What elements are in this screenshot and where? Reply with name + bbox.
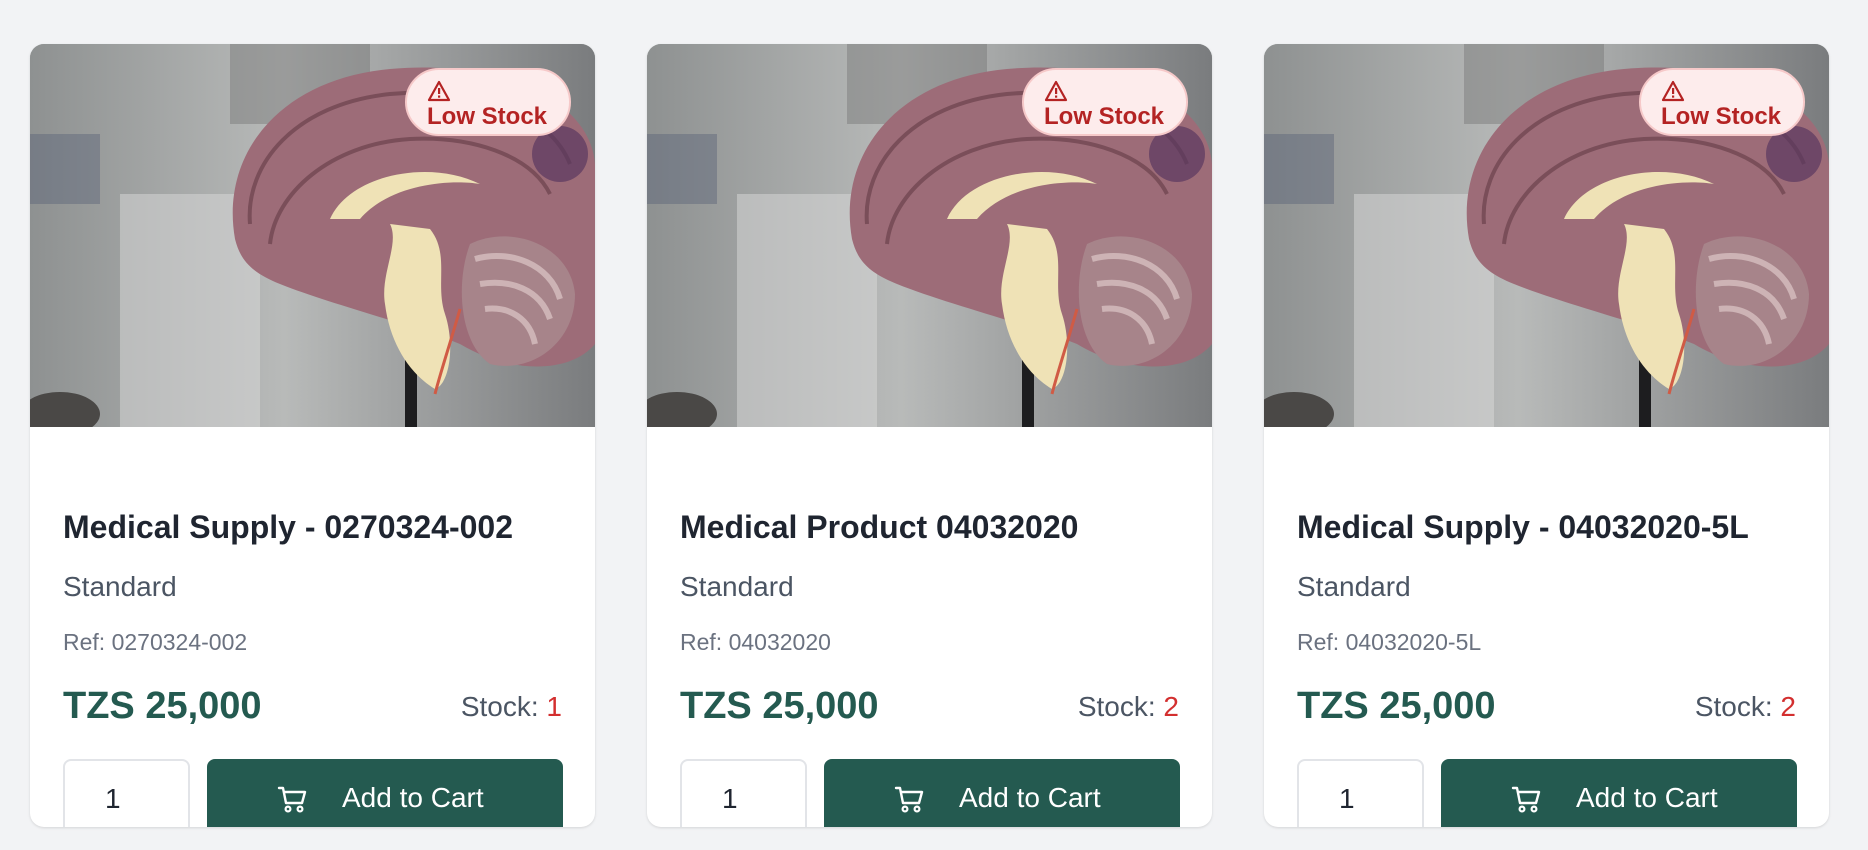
- product-price: TZS 25,000: [1297, 685, 1496, 727]
- stock-quantity: 2: [1780, 691, 1796, 722]
- product-variant: Standard: [1297, 571, 1411, 602]
- product-variant: Standard: [63, 571, 177, 602]
- stock-label: Stock:: [1694, 691, 1781, 722]
- product-card[interactable]: Low Stock Medical Supply - 04032020-5L S…: [1264, 44, 1829, 827]
- badge-label: Low Stock: [1044, 103, 1165, 130]
- add-to-cart-label: Add to Cart: [959, 782, 1101, 813]
- product-price: TZS 25,000: [63, 685, 262, 727]
- stock-quantity: 1: [546, 691, 562, 722]
- add-to-cart-label: Add to Cart: [342, 782, 484, 813]
- stock-info: Stock: 2: [1078, 691, 1179, 723]
- product-title[interactable]: Medical Product 04032020: [680, 509, 1078, 545]
- product-ref: Ref: 0270324-002: [63, 629, 248, 655]
- warning-triangle-icon: [1661, 80, 1685, 102]
- product-card[interactable]: Low Stock Medical Product 04032020 Stand…: [647, 44, 1212, 827]
- stock-label: Stock:: [460, 691, 547, 722]
- shopping-cart-icon: [1511, 786, 1541, 813]
- product-card[interactable]: Low Stock Medical Supply - 0270324-002 S…: [30, 44, 595, 827]
- low-stock-badge: Low Stock: [405, 68, 571, 136]
- product-variant: Standard: [680, 571, 794, 602]
- add-to-cart-button[interactable]: Add to Cart: [1441, 759, 1797, 827]
- add-to-cart-label: Add to Cart: [1576, 782, 1718, 813]
- stock-label: Stock:: [1077, 691, 1164, 722]
- product-image[interactable]: Low Stock: [30, 44, 595, 427]
- shopping-cart-icon: [894, 786, 924, 813]
- badge-label: Low Stock: [427, 103, 548, 130]
- product-title[interactable]: Medical Supply - 0270324-002: [63, 509, 513, 545]
- low-stock-badge: Low Stock: [1022, 68, 1188, 136]
- product-title[interactable]: Medical Supply - 04032020-5L: [1297, 509, 1749, 545]
- low-stock-badge: Low Stock: [1639, 68, 1805, 136]
- shopping-cart-icon: [277, 786, 307, 813]
- product-image[interactable]: Low Stock: [647, 44, 1212, 427]
- quantity-input[interactable]: [680, 759, 807, 827]
- quantity-input[interactable]: [1297, 759, 1424, 827]
- add-to-cart-button[interactable]: Add to Cart: [824, 759, 1180, 827]
- badge-label: Low Stock: [1661, 103, 1782, 130]
- stock-info: Stock: 2: [1695, 691, 1796, 723]
- product-ref: Ref: 04032020-5L: [1297, 629, 1482, 655]
- stock-info: Stock: 1: [461, 691, 562, 723]
- product-price: TZS 25,000: [680, 685, 879, 727]
- product-grid: Low Stock Medical Supply - 0270324-002 S…: [30, 44, 1829, 827]
- add-to-cart-button[interactable]: Add to Cart: [207, 759, 563, 827]
- warning-triangle-icon: [1044, 80, 1068, 102]
- stock-quantity: 2: [1163, 691, 1179, 722]
- product-image[interactable]: Low Stock: [1264, 44, 1829, 427]
- warning-triangle-icon: [427, 80, 451, 102]
- product-ref: Ref: 04032020: [680, 629, 831, 655]
- quantity-input[interactable]: [63, 759, 190, 827]
